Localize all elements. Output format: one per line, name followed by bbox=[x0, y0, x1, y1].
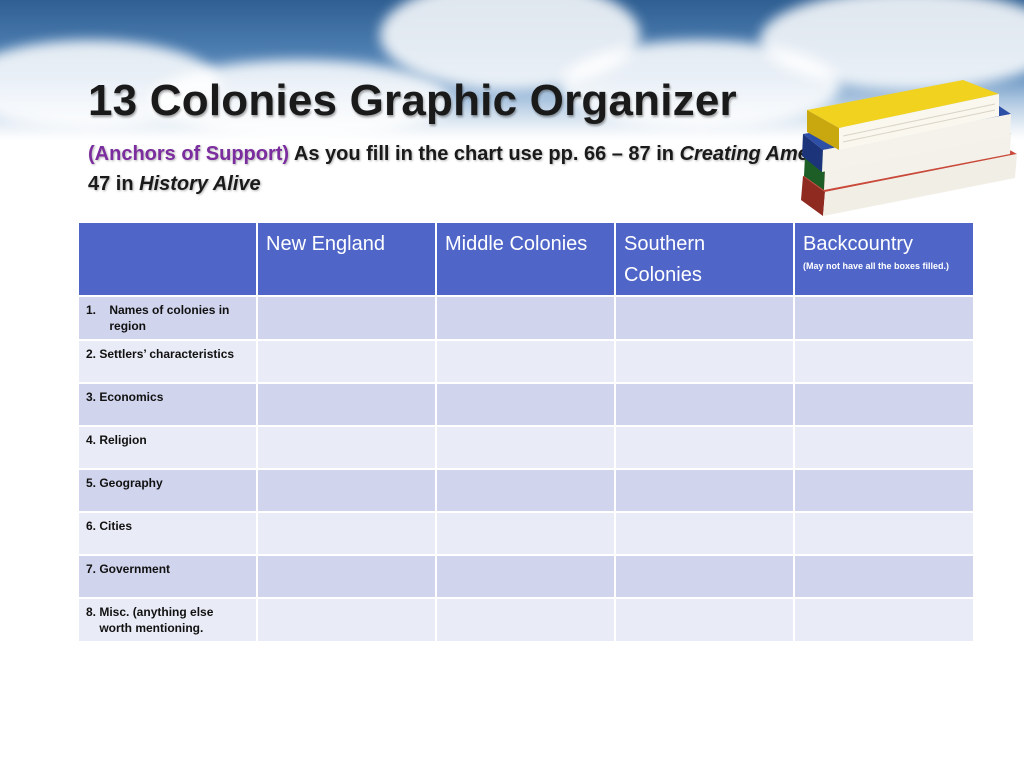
row-label-government: 7. Government bbox=[77, 554, 258, 599]
table-cell[interactable] bbox=[256, 425, 437, 470]
column-header-backcountry: Backcountry (May not have all the boxes f… bbox=[793, 221, 975, 297]
table-cell[interactable] bbox=[435, 382, 616, 427]
row-label-names-of-colonies: 1. Names of colonies in region bbox=[77, 295, 258, 341]
table-cell[interactable] bbox=[793, 425, 975, 470]
table-cell[interactable] bbox=[793, 295, 975, 341]
table-cell[interactable] bbox=[256, 339, 437, 384]
table-cell[interactable] bbox=[256, 295, 437, 341]
subtitle-text-1: As you fill in the chart use pp. 66 – 87… bbox=[289, 143, 680, 165]
table-row: 5. Geography bbox=[77, 468, 975, 513]
backcountry-note: (May not have all the boxes filled.) bbox=[803, 261, 950, 271]
table-row: 7. Government bbox=[77, 554, 975, 599]
row-label-misc: 8. Misc. (anything else worth mentioning… bbox=[77, 597, 258, 643]
table-cell[interactable] bbox=[614, 597, 795, 643]
table-cell[interactable] bbox=[614, 425, 795, 470]
table-cell[interactable] bbox=[614, 511, 795, 556]
table-row: 4. Religion bbox=[77, 425, 975, 470]
column-header-new-england: New England bbox=[256, 221, 437, 297]
table-cell[interactable] bbox=[435, 339, 616, 384]
table-cell[interactable] bbox=[435, 597, 616, 643]
table-row: 3. Economics bbox=[77, 382, 975, 427]
row-label-geography: 5. Geography bbox=[77, 468, 258, 513]
column-header-middle-colonies: Middle Colonies bbox=[435, 221, 616, 297]
backcountry-label: Backcountry bbox=[803, 233, 914, 255]
row-label-economics: 3. Economics bbox=[77, 382, 258, 427]
table-row: 6. Cities bbox=[77, 511, 975, 556]
table-row: 8. Misc. (anything else worth mentioning… bbox=[77, 597, 975, 643]
table-cell[interactable] bbox=[793, 382, 975, 427]
table-row: 1. Names of colonies in region bbox=[77, 295, 975, 341]
table-cell[interactable] bbox=[435, 511, 616, 556]
graphic-organizer-table: New England Middle Colonies Southern Col… bbox=[77, 221, 975, 643]
table-cell[interactable] bbox=[256, 554, 437, 599]
table-cell[interactable] bbox=[256, 468, 437, 513]
row-label-cities: 6. Cities bbox=[77, 511, 258, 556]
page-title: 13 Colonies Graphic Organizer bbox=[88, 76, 737, 125]
table-cell[interactable] bbox=[256, 597, 437, 643]
table-cell[interactable] bbox=[614, 554, 795, 599]
table-cell[interactable] bbox=[435, 554, 616, 599]
table-cell[interactable] bbox=[435, 425, 616, 470]
table-cell[interactable] bbox=[793, 339, 975, 384]
stacked-books-icon bbox=[801, 80, 1017, 216]
table-cell[interactable] bbox=[793, 597, 975, 643]
table-cell[interactable] bbox=[614, 339, 795, 384]
anchors-of-support-label: (Anchors of Support) bbox=[88, 143, 290, 165]
table-cell[interactable] bbox=[256, 382, 437, 427]
column-header-southern-colonies: Southern Colonies bbox=[614, 221, 795, 297]
table-cell[interactable] bbox=[614, 468, 795, 513]
table-cell[interactable] bbox=[256, 511, 437, 556]
table-cell[interactable] bbox=[793, 554, 975, 599]
table-cell[interactable] bbox=[614, 295, 795, 341]
table-row: 2. Settlers’ characteristics bbox=[77, 339, 975, 384]
table-cell[interactable] bbox=[614, 382, 795, 427]
table-cell[interactable] bbox=[793, 511, 975, 556]
table-header-row: New England Middle Colonies Southern Col… bbox=[77, 221, 975, 297]
book-title-history-alive: History Alive bbox=[139, 173, 261, 195]
table-cell[interactable] bbox=[435, 295, 616, 341]
header-corner-cell bbox=[77, 221, 258, 297]
row-label-religion: 4. Religion bbox=[77, 425, 258, 470]
table-cell[interactable] bbox=[793, 468, 975, 513]
row-label-settlers-characteristics: 2. Settlers’ characteristics bbox=[77, 339, 258, 384]
table-cell[interactable] bbox=[435, 468, 616, 513]
